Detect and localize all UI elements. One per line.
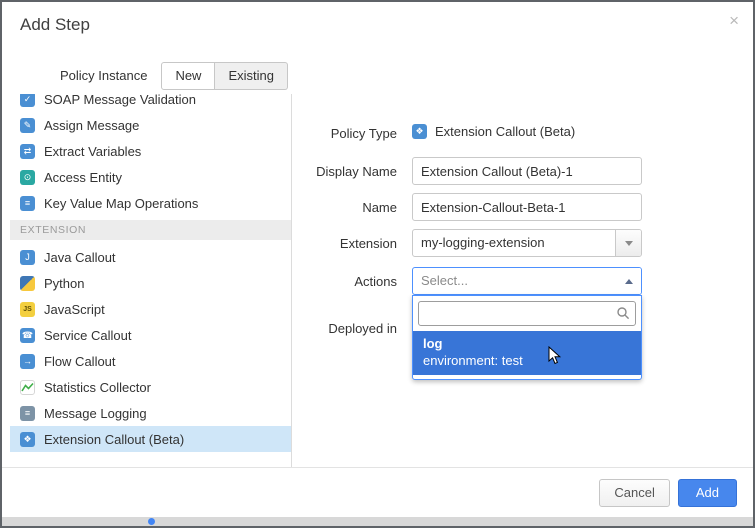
policy-item-label: JavaScript xyxy=(44,302,105,317)
policy-item-label: Service Callout xyxy=(44,328,131,343)
background-page-strip xyxy=(2,517,753,526)
policy-item-message-logging[interactable]: Message Logging xyxy=(10,400,291,426)
policy-item-key-value-map[interactable]: Key Value Map Operations xyxy=(10,190,291,216)
policy-item-label: Extension Callout (Beta) xyxy=(44,432,184,447)
chevron-down-icon xyxy=(625,241,633,246)
policy-item-label: Access Entity xyxy=(44,170,122,185)
statistics-collector-icon xyxy=(20,380,35,395)
policy-type-icon xyxy=(412,124,427,139)
policy-item-javascript[interactable]: JavaScript xyxy=(10,296,291,322)
assign-message-icon xyxy=(20,118,35,133)
policy-instance-label: Policy Instance xyxy=(60,68,147,83)
policy-item-label: SOAP Message Validation xyxy=(44,94,196,107)
background-page-icon xyxy=(148,518,155,525)
section-header-extension: EXTENSION xyxy=(10,220,291,240)
actions-combobox[interactable]: Select... xyxy=(412,267,642,295)
close-icon[interactable]: × xyxy=(729,12,739,29)
policy-type-value-row: Extension Callout (Beta) xyxy=(412,124,575,139)
python-icon xyxy=(20,276,35,291)
name-input[interactable] xyxy=(412,193,642,221)
key-value-map-icon xyxy=(20,196,35,211)
extension-callout-icon xyxy=(20,432,35,447)
tab-existing[interactable]: Existing xyxy=(215,62,288,90)
chevron-up-icon xyxy=(625,279,633,284)
display-name-label: Display Name xyxy=(292,164,397,179)
dropdown-search-wrap xyxy=(418,301,636,326)
modal-title: Add Step xyxy=(20,15,90,35)
modal-footer: Cancel Add xyxy=(2,467,753,517)
add-button[interactable]: Add xyxy=(678,479,737,507)
policy-type-value: Extension Callout (Beta) xyxy=(435,124,575,139)
tab-new[interactable]: New xyxy=(161,62,215,90)
policy-item-label: Python xyxy=(44,276,84,291)
dropdown-option-title: log xyxy=(423,335,631,352)
name-label: Name xyxy=(292,200,397,215)
actions-combobox-value: Select... xyxy=(413,268,616,294)
policy-form: Policy Type Extension Callout (Beta) Dis… xyxy=(292,94,745,467)
policy-item-access-entity[interactable]: Access Entity xyxy=(10,164,291,190)
actions-label: Actions xyxy=(292,274,397,289)
policy-item-service-callout[interactable]: Service Callout xyxy=(10,322,291,348)
cancel-button[interactable]: Cancel xyxy=(599,479,669,507)
policy-item-extension-callout-beta[interactable]: Extension Callout (Beta) xyxy=(10,426,291,452)
soap-validation-icon xyxy=(20,94,35,107)
policy-item-label: Extract Variables xyxy=(44,144,141,159)
policy-list: SOAP Message Validation Assign Message E… xyxy=(10,94,292,467)
policy-instance-row: Policy Instance New Existing xyxy=(60,62,288,90)
modal-content: SOAP Message Validation Assign Message E… xyxy=(10,94,745,467)
extension-select-value: my-logging-extension xyxy=(413,230,615,256)
extension-select-button[interactable] xyxy=(615,230,641,256)
flow-callout-icon xyxy=(20,354,35,369)
service-callout-icon xyxy=(20,328,35,343)
policy-item-label: Message Logging xyxy=(44,406,147,421)
java-callout-icon xyxy=(20,250,35,265)
policy-item-label: Java Callout xyxy=(44,250,116,265)
actions-combobox-button[interactable] xyxy=(616,268,641,294)
message-logging-icon xyxy=(20,406,35,421)
policy-type-label: Policy Type xyxy=(292,126,397,141)
add-step-modal: Add Step × Policy Instance New Existing … xyxy=(0,0,755,528)
policy-item-label: Assign Message xyxy=(44,118,139,133)
extract-variables-icon xyxy=(20,144,35,159)
policy-item-label: Key Value Map Operations xyxy=(44,196,198,211)
deployed-in-label: Deployed in xyxy=(292,321,397,336)
dropdown-option-log[interactable]: log environment: test xyxy=(413,331,641,375)
dropdown-option-detail: environment: test xyxy=(423,352,631,369)
actions-dropdown-panel: log environment: test xyxy=(412,295,642,380)
policy-instance-segmented: New Existing xyxy=(161,62,288,90)
extension-select[interactable]: my-logging-extension xyxy=(412,229,642,257)
extension-label: Extension xyxy=(292,236,397,251)
policy-item-statistics-collector[interactable]: Statistics Collector xyxy=(10,374,291,400)
policy-item-extract-variables[interactable]: Extract Variables xyxy=(10,138,291,164)
policy-item-label: Statistics Collector xyxy=(44,380,151,395)
javascript-icon xyxy=(20,302,35,317)
search-icon xyxy=(616,306,630,325)
access-entity-icon xyxy=(20,170,35,185)
policy-item-soap-message-validation[interactable]: SOAP Message Validation xyxy=(10,94,291,112)
policy-item-label: Flow Callout xyxy=(44,354,116,369)
policy-item-java-callout[interactable]: Java Callout xyxy=(10,244,291,270)
policy-item-python[interactable]: Python xyxy=(10,270,291,296)
display-name-input[interactable] xyxy=(412,157,642,185)
dropdown-search-input[interactable] xyxy=(418,301,636,326)
policy-item-flow-callout[interactable]: Flow Callout xyxy=(10,348,291,374)
policy-item-assign-message[interactable]: Assign Message xyxy=(10,112,291,138)
